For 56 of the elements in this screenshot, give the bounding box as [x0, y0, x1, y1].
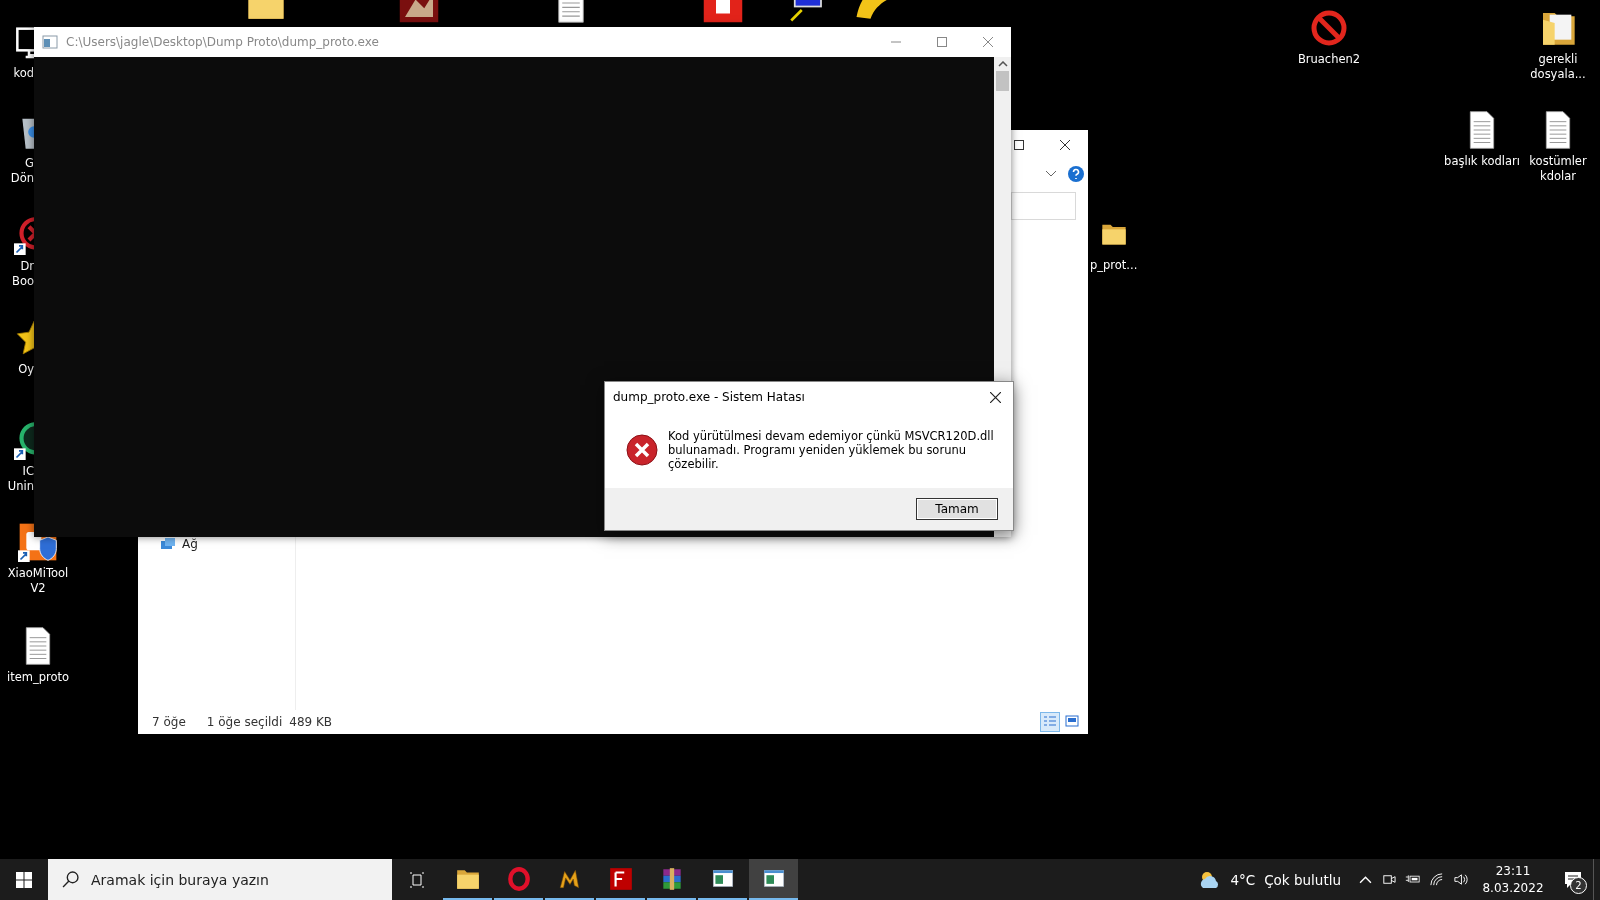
wifi-icon[interactable] — [1429, 872, 1444, 887]
list-icon — [1043, 715, 1057, 727]
camera-icon[interactable] — [1381, 872, 1396, 887]
scroll-thumb[interactable] — [996, 71, 1009, 91]
windows-icon — [16, 871, 32, 888]
ring-icon[interactable] — [14, 420, 34, 460]
icon-label: Bruachen2 — [1297, 52, 1361, 67]
close-icon — [1060, 140, 1070, 150]
icon-label: item_proto — [6, 670, 70, 685]
speaker-icon[interactable] — [1453, 872, 1468, 887]
search-field[interactable]: Aramak için buraya yazın — [48, 859, 392, 900]
icon-label: XiaoMiTool V2 — [7, 566, 69, 596]
icon-label: Oy — [17, 362, 34, 377]
ring-icon — [505, 865, 532, 892]
icon-label: G Dön — [9, 156, 34, 186]
icon-label: kod — [12, 66, 34, 81]
close-icon[interactable] — [990, 391, 1001, 403]
error-message: Kod yürütülmesi devam edemiyor çünkü MSVCR120D.dll bulunamadı. Programı yeniden yüklemek bu sorunu çözebilir. — [668, 429, 995, 471]
taskbar-app-button[interactable] — [749, 859, 798, 900]
search-icon — [62, 871, 79, 888]
icon-label: p_prot... — [1090, 258, 1138, 273]
maximize-icon — [1014, 140, 1024, 150]
icon-label: başlık kodları — [1444, 154, 1520, 169]
task-view-icon — [409, 871, 425, 888]
search-field[interactable] — [1011, 192, 1076, 220]
maximize-icon — [937, 37, 947, 47]
icon-label: kostümler kdolar — [1529, 154, 1587, 184]
temperature[interactable]: 4°C — [1230, 871, 1256, 888]
ok-button[interactable]: Tamam — [916, 498, 998, 520]
date: 8.03.2022 — [1482, 879, 1544, 897]
help-icon[interactable] — [1068, 166, 1084, 182]
close-icon — [983, 37, 993, 47]
dialog-title: dump_proto.exe - Sistem Hatası — [613, 390, 805, 404]
item-count: 7 öğe — [152, 715, 186, 729]
file-size: 489 KB — [289, 715, 333, 729]
ring-icon[interactable] — [14, 215, 34, 255]
network-icon — [160, 536, 176, 552]
scroll-up-icon[interactable] — [997, 61, 1008, 67]
clock[interactable]: 23:11 8.03.2022 — [1477, 862, 1549, 897]
sidebar-item[interactable]: Ağ — [138, 535, 295, 553]
weather-condition[interactable]: Çok bulutlu — [1264, 871, 1341, 888]
window-title: C:\Users\jagle\Desktop\Dump Proto\dump_proto.exe — [66, 35, 380, 49]
tiles-icon — [1065, 715, 1079, 727]
prohibited-icon[interactable] — [1309, 8, 1349, 48]
icon-label: IC Unin — [6, 464, 34, 494]
star-icon[interactable] — [14, 318, 34, 358]
app-icon — [607, 865, 634, 892]
time: 23:11 — [1495, 862, 1531, 880]
chevron-down-icon[interactable] — [1046, 171, 1056, 177]
selection-count: 1 öğe seçildi — [206, 715, 283, 729]
icon-label: gerekli dosyala... — [1530, 52, 1586, 82]
error-icon — [626, 434, 658, 466]
window-icon — [42, 34, 58, 50]
icon-label: Dr Boo — [11, 259, 34, 289]
notification-badge: 2 — [1570, 877, 1587, 894]
chevron-up-icon[interactable] — [1359, 875, 1372, 884]
